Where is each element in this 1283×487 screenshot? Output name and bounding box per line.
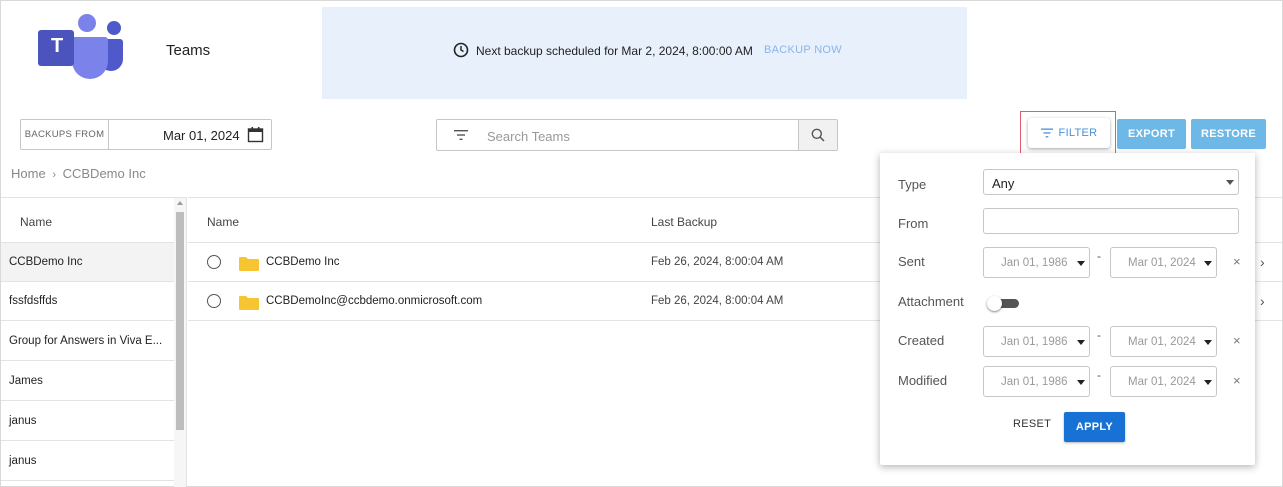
breadcrumb-home[interactable]: Home xyxy=(11,166,46,181)
breadcrumb-separator: › xyxy=(52,169,56,181)
from-input[interactable] xyxy=(983,208,1239,234)
chevron-down-icon xyxy=(1204,380,1212,385)
row-name[interactable]: CCBDemo Inc xyxy=(266,256,340,268)
row-name[interactable]: CCBDemoInc@ccbdemo.onmicrosoft.com xyxy=(266,295,482,307)
filter-popover: Type Any From Sent Jan 01, 1986 - Mar 01… xyxy=(880,153,1255,465)
logo-letter: T xyxy=(51,35,64,57)
list-item[interactable]: fssfdsffds xyxy=(1,282,174,321)
created-end-value: Mar 01, 2024 xyxy=(1128,336,1196,348)
filter-button[interactable]: FILTER xyxy=(1028,118,1110,148)
chevron-down-icon xyxy=(1077,380,1085,385)
from-label: From xyxy=(898,216,929,231)
type-label: Type xyxy=(898,177,927,192)
chevron-down-icon xyxy=(1077,261,1085,266)
sent-start-value: Jan 01, 1986 xyxy=(1001,257,1068,269)
search-input[interactable] xyxy=(487,126,787,146)
backup-banner: Next backup scheduled for Mar 2, 2024, 8… xyxy=(322,7,967,99)
range-separator: - xyxy=(1097,368,1101,382)
calendar-icon[interactable] xyxy=(247,126,264,143)
attachment-label: Attachment xyxy=(898,294,964,309)
row-radio[interactable] xyxy=(207,255,221,269)
folder-icon xyxy=(239,257,259,271)
apply-button[interactable]: APPLY xyxy=(1064,412,1125,442)
filter-icon xyxy=(1040,128,1053,138)
modified-start-value: Jan 01, 1986 xyxy=(1001,376,1068,388)
row-last-backup: Feb 26, 2024, 8:00:04 AM xyxy=(651,295,784,307)
sent-start-select[interactable]: Jan 01, 1986 xyxy=(983,247,1090,278)
breadcrumb-current: CCBDemo Inc xyxy=(62,166,146,181)
toggle-knob xyxy=(987,296,1002,311)
row-radio[interactable] xyxy=(207,294,221,308)
list-scrollbar[interactable] xyxy=(174,198,186,487)
type-select[interactable]: Any xyxy=(983,169,1239,195)
export-button[interactable]: EXPORT xyxy=(1117,119,1186,149)
team-list-header: Name xyxy=(1,198,174,243)
scroll-thumb[interactable] xyxy=(176,212,184,430)
chevron-down-icon xyxy=(1204,340,1212,345)
list-item[interactable]: janus xyxy=(1,402,174,441)
list-item[interactable]: James xyxy=(1,362,174,401)
sent-end-select[interactable]: Mar 01, 2024 xyxy=(1110,247,1217,278)
list-item[interactable]: janus xyxy=(1,442,174,481)
header: T Teams Next backup scheduled for Mar 2,… xyxy=(1,1,1282,99)
range-separator: - xyxy=(1097,328,1101,342)
backups-from-picker[interactable]: BACKUPS FROM Mar 01, 2024 xyxy=(20,119,272,150)
list-item[interactable]: CCBDemo Inc xyxy=(1,243,174,282)
sent-end-value: Mar 01, 2024 xyxy=(1128,257,1196,269)
clock-icon xyxy=(453,42,469,58)
modified-start-select[interactable]: Jan 01, 1986 xyxy=(983,366,1090,397)
created-start-select[interactable]: Jan 01, 1986 xyxy=(983,326,1090,357)
chevron-down-icon xyxy=(1226,180,1234,185)
list-item[interactable]: Group for Answers in Viva E... xyxy=(1,322,174,361)
team-list: Name CCBDemo Inc fssfdsffds Group for An… xyxy=(1,197,187,487)
modified-end-value: Mar 01, 2024 xyxy=(1128,376,1196,388)
range-separator: - xyxy=(1097,249,1101,263)
clear-modified-icon[interactable]: × xyxy=(1233,373,1241,388)
created-end-select[interactable]: Mar 01, 2024 xyxy=(1110,326,1217,357)
chevron-down-icon xyxy=(1204,261,1212,266)
type-select-value: Any xyxy=(992,176,1015,191)
chevron-down-icon xyxy=(1077,340,1085,345)
row-last-backup: Feb 26, 2024, 8:00:04 AM xyxy=(651,256,784,268)
clear-sent-icon[interactable]: × xyxy=(1233,254,1241,269)
search-button[interactable] xyxy=(798,120,837,150)
modified-label: Modified xyxy=(898,373,948,388)
search-box xyxy=(436,119,838,151)
folder-icon xyxy=(239,296,259,310)
filter-lines-icon xyxy=(454,130,468,140)
app-title: Teams xyxy=(166,42,211,59)
attachment-toggle[interactable] xyxy=(987,296,1021,311)
breadcrumb: Home › CCBDemo Inc xyxy=(11,166,146,181)
reset-button[interactable]: RESET xyxy=(1013,418,1051,430)
backup-now-button[interactable]: BACKUP NOW xyxy=(764,44,842,56)
scroll-up-arrow-icon[interactable] xyxy=(177,201,183,205)
sent-label: Sent xyxy=(898,254,925,269)
column-header-last-backup[interactable]: Last Backup xyxy=(651,215,717,229)
column-header-name[interactable]: Name xyxy=(207,215,239,229)
backups-from-label: BACKUPS FROM xyxy=(21,120,109,149)
banner-text: Next backup scheduled for Mar 2, 2024, 8… xyxy=(476,44,753,58)
created-label: Created xyxy=(898,333,945,348)
clear-created-icon[interactable]: × xyxy=(1233,333,1241,348)
backups-from-date[interactable]: Mar 01, 2024 xyxy=(163,128,240,143)
restore-button[interactable]: RESTORE xyxy=(1191,119,1266,149)
chevron-right-icon[interactable]: › xyxy=(1260,254,1265,270)
chevron-right-icon[interactable]: › xyxy=(1260,293,1265,309)
filter-button-label: FILTER xyxy=(1058,127,1098,139)
modified-end-select[interactable]: Mar 01, 2024 xyxy=(1110,366,1217,397)
created-start-value: Jan 01, 1986 xyxy=(1001,336,1068,348)
search-icon xyxy=(811,128,825,142)
